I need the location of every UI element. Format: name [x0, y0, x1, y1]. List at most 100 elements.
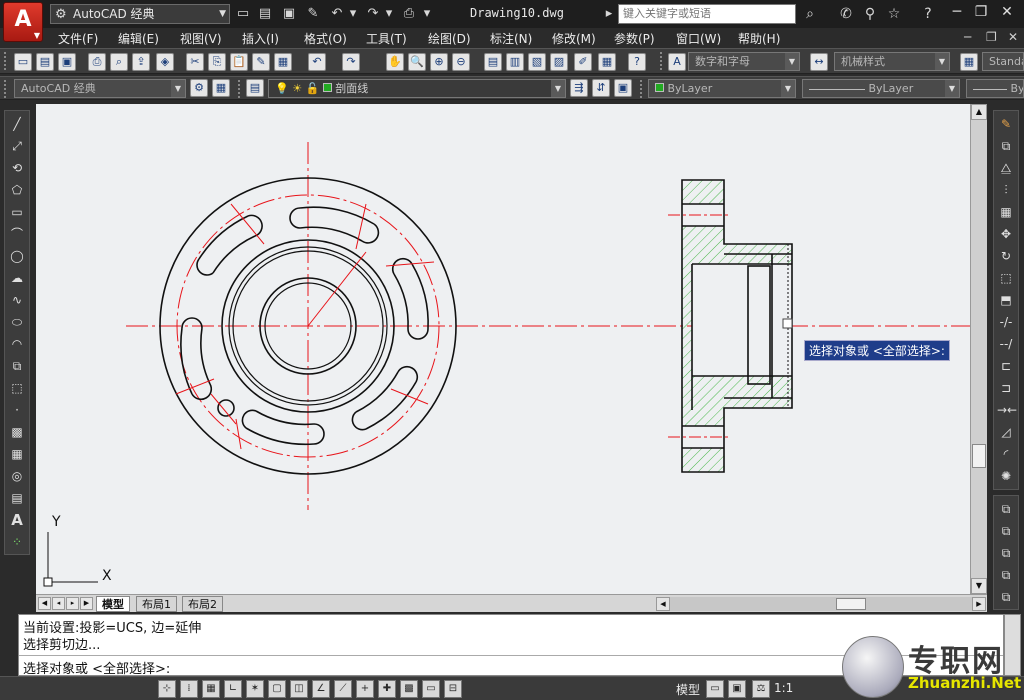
copy-object-icon[interactable]: ⧉ [997, 137, 1015, 155]
doc-close-button[interactable]: ✕ [1008, 30, 1018, 44]
array-icon[interactable]: ▦ [997, 203, 1015, 221]
extend-icon[interactable]: --/ [997, 335, 1015, 353]
horizontal-scrollbar[interactable]: ◀ ▶ [656, 597, 986, 611]
menu-dimension[interactable]: 标注(N) [490, 30, 532, 47]
pan-icon[interactable]: ✋ [386, 53, 404, 71]
doc-minimize-button[interactable]: ─ [964, 30, 971, 44]
lineweight-combo[interactable]: ByLayer [966, 79, 1024, 98]
tab-model[interactable]: 模型 [96, 596, 130, 612]
move-icon[interactable]: ✥ [997, 225, 1015, 243]
multiline-text-icon[interactable]: A [8, 511, 26, 529]
properties-icon[interactable]: ▤ [484, 53, 502, 71]
gradient-icon[interactable]: ▦ [8, 445, 26, 463]
layer-properties-icon[interactable]: ▤ [246, 79, 264, 97]
quick-properties-icon[interactable]: ▭ [422, 680, 440, 698]
zoom-previous-icon[interactable]: ⊖ [452, 53, 470, 71]
bring-to-front-icon[interactable]: ⧉ [997, 500, 1015, 518]
object-snap-tracking-icon[interactable]: ∠ [312, 680, 330, 698]
zoom-window-icon[interactable]: ⊕ [430, 53, 448, 71]
menu-draw[interactable]: 绘图(D) [428, 30, 471, 47]
menu-parametric[interactable]: 参数(P) [614, 30, 655, 47]
publish-icon[interactable]: ⇪ [132, 53, 150, 71]
region-icon[interactable]: ◎ [8, 467, 26, 485]
design-center-icon[interactable]: ▥ [506, 53, 524, 71]
menu-tools[interactable]: 工具(T) [366, 30, 407, 47]
menu-help[interactable]: 帮助(H) [738, 30, 780, 47]
annotation-scale-value[interactable]: 1:1 [774, 681, 793, 695]
layer-previous-icon[interactable]: ⇵ [592, 79, 610, 97]
workspace-settings-icon[interactable]: ⚙ [190, 79, 208, 97]
next-tab-icon[interactable]: ▸ [66, 597, 79, 610]
tab-layout1[interactable]: 布局1 [136, 596, 177, 612]
scroll-left-icon[interactable]: ◀ [656, 597, 670, 611]
polar-tracking-icon[interactable]: ✶ [246, 680, 264, 698]
front-view[interactable] [126, 142, 970, 510]
insert-block-icon[interactable]: ⧉ [8, 357, 26, 375]
selection-cycling-icon[interactable]: ⊟ [444, 680, 462, 698]
search-options-icon[interactable]: ▸ [600, 5, 618, 23]
toolbar-grip[interactable] [4, 80, 8, 98]
toolbar-grip[interactable] [640, 80, 644, 98]
menu-edit[interactable]: 编辑(E) [118, 30, 159, 47]
offset-icon[interactable]: ⫶ [997, 181, 1015, 199]
text-to-front-icon[interactable]: ⧉ [997, 588, 1015, 606]
drawing-area[interactable]: Y X 选择对象或 <全部选择>: [36, 104, 970, 594]
calculator-icon[interactable]: ▦ [598, 53, 616, 71]
workspace-switcher[interactable]: ⚙ AutoCAD 经典 ▼ [50, 4, 230, 24]
toolbar-grip[interactable] [660, 52, 664, 70]
explode-icon[interactable]: ✺ [997, 467, 1015, 485]
transparency-icon[interactable]: ▩ [400, 680, 418, 698]
polyline-icon[interactable]: ⟲ [8, 159, 26, 177]
dynamic-input-icon[interactable]: + [356, 680, 374, 698]
revision-cloud-icon[interactable]: ☁ [8, 269, 26, 287]
block-editor-icon[interactable]: ▦ [274, 53, 292, 71]
paste-icon[interactable]: 📋 [230, 53, 248, 71]
ortho-mode-icon[interactable]: ∟ [224, 680, 242, 698]
save-as-button[interactable]: ✎ [304, 5, 322, 23]
save-icon[interactable]: ▣ [58, 53, 76, 71]
toolbar-lock-icon[interactable]: ▦ [212, 79, 230, 97]
add-selected-icon[interactable]: ⁘ [8, 533, 26, 551]
bring-above-icon[interactable]: ⧉ [997, 544, 1015, 562]
3d-dwf-icon[interactable]: ◈ [156, 53, 174, 71]
undo-dropdown-icon[interactable]: ▾ [344, 5, 362, 23]
vertical-scrollbar[interactable]: ▲ ▼ [970, 104, 987, 594]
redo-icon[interactable]: ↷ [342, 53, 360, 71]
cut-icon[interactable]: ✂ [186, 53, 204, 71]
break-at-point-icon[interactable]: ⊏ [997, 357, 1015, 375]
stretch-icon[interactable]: ⬒ [997, 291, 1015, 309]
application-menu-button[interactable]: A ▼ [3, 2, 43, 42]
table-style-icon[interactable]: ▦ [960, 53, 978, 71]
fillet-icon[interactable]: ◜ [997, 445, 1015, 463]
menu-format[interactable]: 格式(O) [304, 30, 347, 47]
polygon-icon[interactable]: ⬠ [8, 181, 26, 199]
mirror-icon[interactable]: ⧋ [997, 159, 1015, 177]
last-tab-icon[interactable]: ▶ [80, 597, 93, 610]
quick-view-layouts-icon[interactable]: ▭ [706, 680, 724, 698]
search-input[interactable] [618, 4, 796, 24]
grid-display-icon[interactable]: ▦ [202, 680, 220, 698]
text-style-icon[interactable]: A [668, 53, 686, 71]
favorites-star-icon[interactable]: ☆ [884, 4, 904, 24]
scale-icon[interactable]: ⬚ [997, 269, 1015, 287]
help-button[interactable]: ? [918, 4, 938, 24]
break-icon[interactable]: ⊐ [997, 379, 1015, 397]
menu-insert[interactable]: 插入(I) [242, 30, 279, 47]
annotation-scale-icon[interactable]: ⚖ [752, 680, 770, 698]
satellite-icon[interactable]: ⚲ [860, 4, 880, 24]
qnew-button[interactable]: ▭ [234, 5, 252, 23]
line-icon[interactable]: ╱ [8, 115, 26, 133]
sheet-set-icon[interactable]: ▨ [550, 53, 568, 71]
close-button[interactable]: ✕ [994, 2, 1020, 24]
menu-window[interactable]: 窗口(W) [676, 30, 721, 47]
rotate-icon[interactable]: ↻ [997, 247, 1015, 265]
text-style-combo[interactable]: 数字和字母 ▼ [688, 52, 800, 71]
plot-button[interactable]: ⎙ [400, 5, 418, 23]
make-current-layer-icon[interactable]: ⇶ [570, 79, 588, 97]
quick-access-dropdown-icon[interactable]: ▾ [418, 5, 436, 23]
table-icon[interactable]: ▤ [8, 489, 26, 507]
rectangle-icon[interactable]: ▭ [8, 203, 26, 221]
undo-icon[interactable]: ↶ [308, 53, 326, 71]
3d-osnap-icon[interactable]: ◫ [290, 680, 308, 698]
binoculars-icon[interactable]: ⌕ [800, 4, 820, 24]
